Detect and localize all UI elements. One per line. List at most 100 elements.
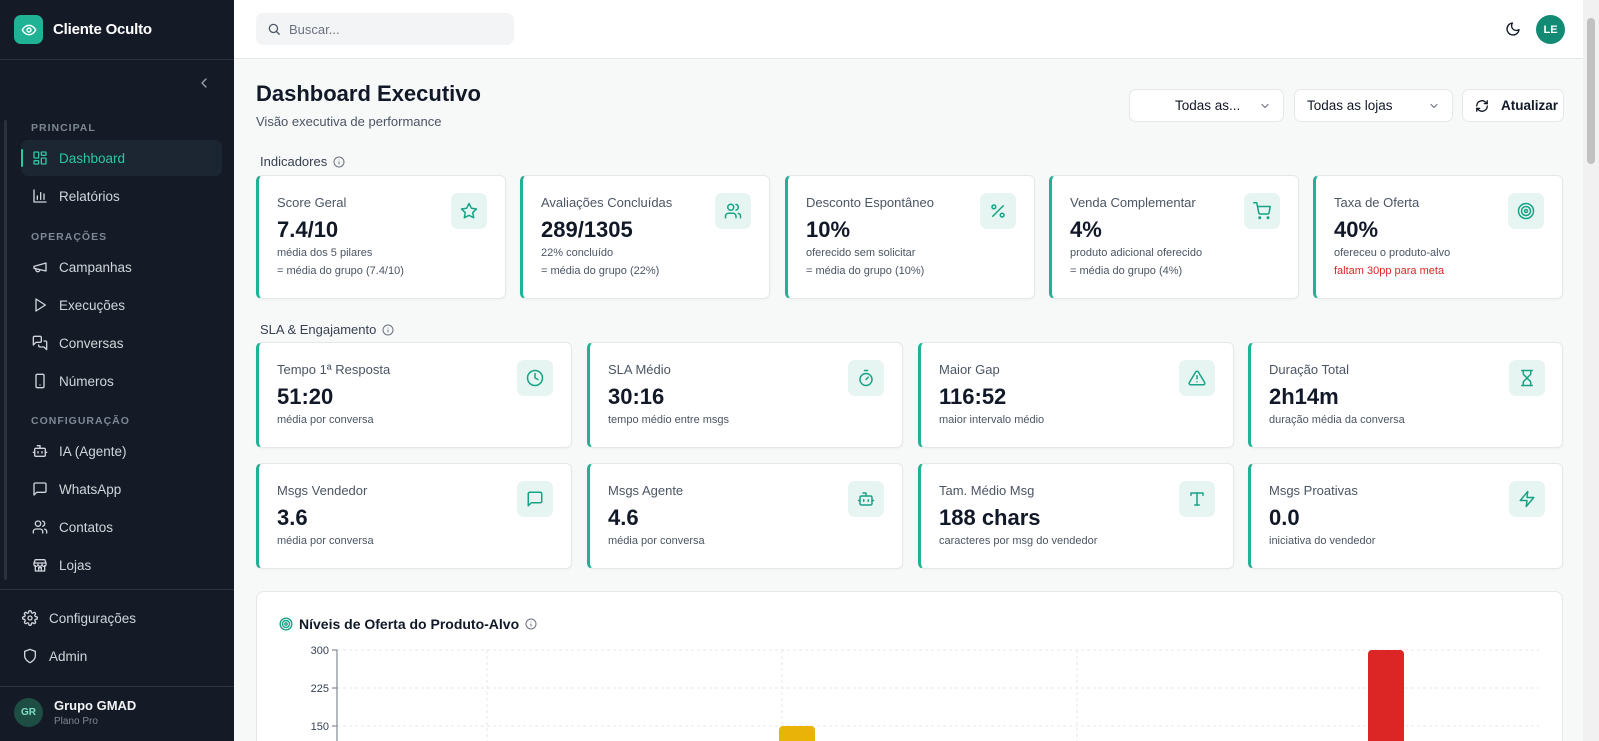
sidebar-item-admin[interactable]: Admin bbox=[11, 638, 221, 674]
search-input[interactable] bbox=[289, 21, 499, 37]
card-subtext: ofereceu o produto-alvo bbox=[1334, 247, 1451, 259]
sidebar-item-campanhas[interactable]: Campanhas bbox=[21, 249, 222, 285]
card-subtext: produto adicional oferecido bbox=[1070, 247, 1203, 259]
app-name: Cliente Oculto bbox=[53, 21, 152, 38]
sidebar-item-dashboard[interactable]: Dashboard bbox=[21, 140, 222, 176]
hourglass-icon bbox=[1509, 360, 1545, 396]
sidebar-item-execucoes[interactable]: Execuções bbox=[21, 287, 222, 323]
bar bbox=[1368, 650, 1404, 741]
card-label: Score Geral bbox=[277, 195, 347, 210]
target-icon bbox=[1508, 193, 1544, 229]
sidebar-item-conversas[interactable]: Conversas bbox=[21, 325, 222, 361]
card-label: Desconto Espontâneo bbox=[806, 195, 934, 210]
shield-icon bbox=[24, 648, 36, 664]
kpi-card-venda-complementar[interactable]: Venda Complementar 4% produto adicional … bbox=[1049, 175, 1299, 299]
scrollbar-thumb[interactable] bbox=[1587, 18, 1595, 164]
card-subtext: duração média da conversa bbox=[1269, 414, 1405, 426]
kpi-card-msgs-proativas[interactable]: Msgs Proativas 0.0 iniciativa do vendedo… bbox=[1248, 463, 1563, 569]
user-avatar[interactable]: LE bbox=[1536, 15, 1565, 44]
bar-chart: 300 225 150 bbox=[311, 645, 1539, 741]
kpi-card-msgs-agente[interactable]: Msgs Agente 4.6 média por conversa bbox=[587, 463, 903, 569]
info-icon[interactable] bbox=[333, 156, 345, 168]
kpi-card-avaliacoes[interactable]: Avaliações Concluídas 289/1305 22% concl… bbox=[520, 175, 770, 299]
sidebar-item-relatorios[interactable]: Relatórios bbox=[21, 178, 222, 214]
page-title: Dashboard Executivo bbox=[256, 81, 481, 106]
sidebar-item-ia-agente[interactable]: IA (Agente) bbox=[21, 433, 222, 469]
sidebar-item-label: Números bbox=[59, 373, 114, 389]
message-icon bbox=[33, 482, 47, 496]
card-value: 4% bbox=[1070, 217, 1102, 242]
card-label: Taxa de Oferta bbox=[1334, 195, 1420, 210]
phone-icon bbox=[35, 373, 45, 389]
card-value: 2h14m bbox=[1269, 384, 1339, 409]
kpi-card-taxa-oferta[interactable]: Taxa de Oferta 40% ofereceu o produto-al… bbox=[1313, 175, 1563, 299]
sidebar-scrollbar[interactable] bbox=[4, 120, 7, 580]
section-label-operacoes: OPERAÇÕES bbox=[31, 231, 108, 243]
card-comparison: = média do grupo (7.4/10) bbox=[277, 265, 404, 277]
org-avatar: GR bbox=[14, 698, 43, 727]
users-icon bbox=[715, 193, 751, 229]
bot-icon bbox=[848, 481, 884, 517]
brand[interactable]: Cliente Oculto bbox=[14, 15, 152, 44]
kpi-card-desconto[interactable]: Desconto Espontâneo 10% oferecido sem so… bbox=[785, 175, 1035, 299]
bar bbox=[779, 726, 815, 741]
sidebar-item-numeros[interactable]: Números bbox=[21, 363, 222, 399]
sidebar-item-whatsapp[interactable]: WhatsApp bbox=[21, 471, 222, 507]
card-value: 289/1305 bbox=[541, 217, 633, 242]
kpi-card-tamanho-msg[interactable]: Tam. Médio Msg 188 chars caracteres por … bbox=[918, 463, 1234, 569]
sidebar-divider bbox=[0, 59, 234, 60]
message-icon bbox=[517, 481, 553, 517]
sidebar-item-label: Dashboard bbox=[59, 150, 126, 166]
warning-icon bbox=[1179, 360, 1215, 396]
card-goal-alert: faltam 30pp para meta bbox=[1334, 265, 1445, 277]
y-tick-label: 225 bbox=[311, 683, 329, 695]
card-label: Tam. Médio Msg bbox=[939, 483, 1035, 498]
sidebar-item-label: Lojas bbox=[59, 557, 92, 573]
card-subtext: iniciativa do vendedor bbox=[1269, 535, 1376, 547]
section-indicadores: Indicadores bbox=[260, 154, 345, 169]
refresh-button[interactable]: Atualizar bbox=[1462, 89, 1564, 122]
sidebar-item-label: Execuções bbox=[59, 297, 126, 313]
moon-icon[interactable] bbox=[1505, 21, 1521, 37]
card-value: 30:16 bbox=[608, 384, 665, 409]
card-label: Msgs Agente bbox=[608, 483, 684, 498]
topbar: LE bbox=[234, 0, 1583, 59]
percent-icon bbox=[980, 193, 1016, 229]
section-label-principal: PRINCIPAL bbox=[31, 122, 96, 134]
select-value: Todas as lojas bbox=[1307, 98, 1393, 113]
search-box[interactable] bbox=[256, 13, 514, 45]
card-subtext: média por conversa bbox=[277, 414, 374, 426]
card-value: 40% bbox=[1334, 217, 1379, 242]
sidebar-item-label: IA (Agente) bbox=[59, 443, 127, 459]
store-filter-select[interactable]: Todas as lojas bbox=[1294, 89, 1453, 122]
info-icon[interactable] bbox=[382, 324, 394, 336]
card-label: Venda Complementar bbox=[1070, 195, 1196, 210]
kpi-card-msgs-vendedor[interactable]: Msgs Vendedor 3.6 média por conversa bbox=[256, 463, 572, 569]
card-value: 51:20 bbox=[277, 384, 334, 409]
kpi-card-duracao-total[interactable]: Duração Total 2h14m duração média da con… bbox=[1248, 342, 1563, 448]
card-subtext: oferecido sem solicitar bbox=[806, 247, 916, 259]
sidebar-item-configuracoes[interactable]: Configurações bbox=[11, 600, 221, 636]
y-tick-label: 300 bbox=[311, 645, 329, 657]
star-icon bbox=[451, 193, 487, 229]
card-value: 4.6 bbox=[608, 505, 639, 530]
kpi-card-sla-medio[interactable]: SLA Médio 30:16 tempo médio entre msgs bbox=[587, 342, 903, 448]
kpi-card-maior-gap[interactable]: Maior Gap 116:52 maior intervalo médio bbox=[918, 342, 1234, 448]
users-icon bbox=[32, 520, 48, 534]
sidebar-item-label: Campanhas bbox=[59, 259, 132, 275]
sidebar: Cliente Oculto PRINCIPAL Dashboard Relat… bbox=[0, 0, 234, 741]
y-tick-label: 150 bbox=[311, 721, 329, 733]
kpi-card-score-geral[interactable]: Score Geral 7.4/10 média dos 5 pilares =… bbox=[256, 175, 506, 299]
kpi-card-tempo-resposta[interactable]: Tempo 1ª Resposta 51:20 média por conver… bbox=[256, 342, 572, 448]
sidebar-item-contatos[interactable]: Contatos bbox=[21, 509, 222, 545]
org-switcher[interactable]: GR Grupo GMAD Plano Pro bbox=[14, 698, 136, 727]
card-subtext: média por conversa bbox=[608, 535, 705, 547]
sidebar-item-label: Conversas bbox=[59, 335, 124, 351]
page-scrollbar[interactable] bbox=[1583, 0, 1599, 741]
collapse-sidebar-icon[interactable] bbox=[196, 75, 212, 91]
sidebar-item-lojas[interactable]: Lojas bbox=[21, 547, 222, 583]
card-value: 10% bbox=[806, 217, 851, 242]
refresh-label: Atualizar bbox=[1501, 98, 1559, 113]
gear-icon bbox=[22, 610, 38, 626]
campaign-filter-select[interactable]: Todas as... bbox=[1129, 89, 1284, 122]
